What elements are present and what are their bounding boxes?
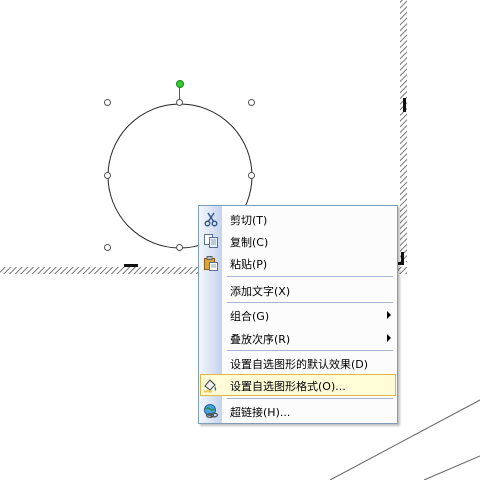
rotation-handle[interactable]	[176, 80, 184, 88]
menu-item-order[interactable]: 叠放次序(R)	[200, 327, 396, 349]
menu-item-label: 设置自选图形的默认效果(D)	[230, 358, 369, 371]
menu-separator	[227, 302, 393, 303]
menu-item-label: 超链接(H)...	[230, 406, 291, 419]
menu-item-hyperlink[interactable]: 超链接(H)...	[200, 400, 396, 422]
menu-item-label: 设置自选图形格式(O)...	[230, 380, 346, 393]
menu-separator	[227, 398, 393, 399]
format-shape-icon	[203, 377, 219, 393]
submenu-arrow-icon	[387, 334, 391, 342]
menu-item-add-text[interactable]: 添加文字(X)	[200, 279, 396, 301]
menu-item-label: 组合(G)	[230, 310, 270, 323]
menu-item-label: 叠放次序(R)	[230, 333, 291, 346]
hyperlink-icon	[203, 403, 219, 419]
resize-handle-left[interactable]	[104, 172, 111, 179]
menu-item-group[interactable]: 组合(G)	[200, 304, 396, 326]
submenu-arrow-icon	[387, 311, 391, 319]
menu-item-paste[interactable]: 粘贴(P)	[200, 252, 396, 274]
copy-icon	[203, 233, 219, 249]
resize-handle-bottom-left[interactable]	[104, 244, 111, 251]
menu-item-label: 粘贴(P)	[230, 258, 268, 271]
menu-separator	[227, 276, 393, 277]
context-menu: 剪切(T) 复制(C) 粘贴(P) 添加文字(X) 组合(G) 叠放次序(R) …	[198, 205, 398, 424]
scissors-icon	[203, 211, 219, 227]
menu-item-label: 剪切(T)	[230, 214, 268, 227]
menu-item-label: 添加文字(X)	[230, 285, 291, 298]
menu-item-label: 复制(C)	[230, 236, 269, 249]
resize-handle-right[interactable]	[248, 172, 255, 179]
resize-handle-top-right[interactable]	[248, 99, 255, 106]
menu-item-format-autoshape[interactable]: 设置自选图形格式(O)...	[200, 374, 396, 396]
resize-handle-bottom[interactable]	[176, 244, 183, 251]
menu-item-set-default-autoshape[interactable]: 设置自选图形的默认效果(D)	[200, 352, 396, 374]
resize-handle-top[interactable]	[176, 99, 183, 106]
menu-separator	[227, 350, 393, 351]
menu-item-copy[interactable]: 复制(C)	[200, 230, 396, 252]
resize-handle-top-left[interactable]	[104, 99, 111, 106]
paste-icon	[203, 255, 219, 271]
menu-item-cut[interactable]: 剪切(T)	[200, 208, 396, 230]
